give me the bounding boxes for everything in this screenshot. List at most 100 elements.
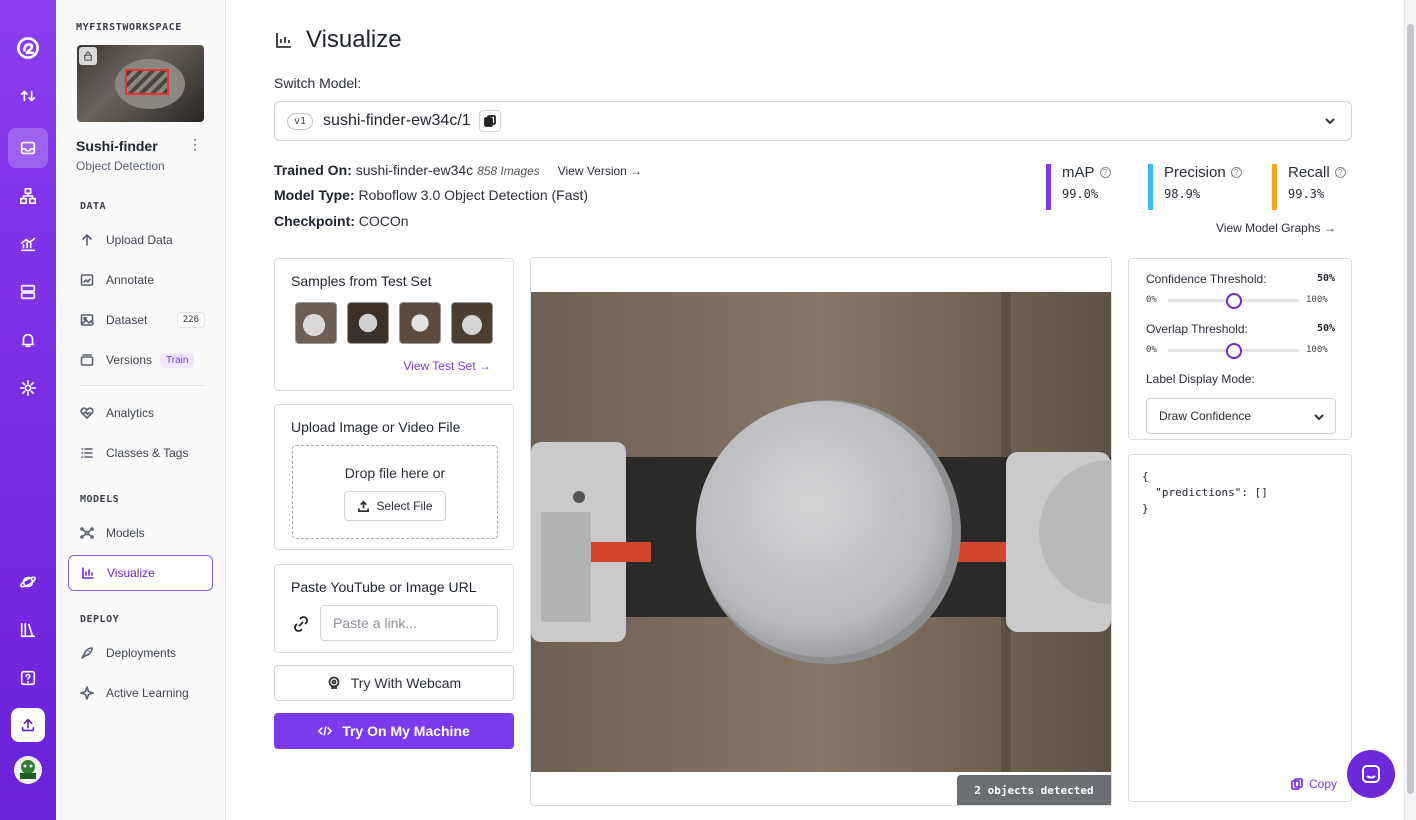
train-badge: Train [160,352,195,368]
sample-thumbnail[interactable] [295,302,337,344]
copy-json-button[interactable]: Copy [1291,777,1337,791]
confidence-min: 0% [1146,295,1157,305]
project-thumbnail[interactable] [77,45,204,122]
project-sidebar: MYFIRSTWORKSPACE Sushi-finder ⋮ Object D… [56,0,226,820]
model-name: sushi-finder-ew34c/1 [323,112,471,129]
model-select[interactable]: v1 sushi-finder-ew34c/1 [274,101,1352,141]
library-icon[interactable] [8,610,48,650]
drop-text: Drop file here or [344,465,446,481]
sidebar-item-label: Models [106,526,145,540]
metric-label: mAP [1062,164,1095,181]
more-vertical-icon[interactable]: ⋮ [188,136,202,153]
metric-label: Recall [1288,164,1330,181]
sidebar-item-label: Annotate [106,273,155,287]
sidebar-item-label: Analytics [106,406,155,420]
scrollbar-thumb[interactable] [1407,24,1414,794]
workspace-name[interactable]: MYFIRSTWORKSPACE [76,22,182,33]
annotate-icon [80,274,94,286]
bell-icon[interactable] [8,320,48,360]
url-input[interactable] [320,605,498,641]
inference-image[interactable] [531,292,1111,772]
sidebar-item-annotate[interactable]: Annotate [68,262,213,298]
sample-thumbnail[interactable] [451,302,493,344]
analytics-icon[interactable] [8,224,48,264]
try-webcam-button[interactable]: Try With Webcam [274,665,514,701]
view-version-link[interactable]: View Version → [558,164,643,178]
sidebar-item-upload-data[interactable]: Upload Data [68,222,213,258]
metric-recall: Recall? 99.3% [1272,164,1346,210]
sidebar-item-active-learning[interactable]: Active Learning [68,675,213,711]
metric-value: 99.3% [1288,187,1325,201]
sample-thumbnail[interactable] [399,302,441,344]
page-scrollbar[interactable] [1404,0,1416,820]
copy-label: Copy [1308,777,1337,791]
select-file-label: Select File [376,499,433,513]
app-rail [0,0,56,820]
planet-icon[interactable] [8,562,48,602]
main-content: Visualize Switch Model: v1 sushi-finder-… [226,0,1416,820]
file-drop-zone[interactable]: Drop file here or Select File [292,445,498,539]
label-mode-label: Label Display Mode: [1146,372,1255,386]
sidebar-item-analytics[interactable]: Analytics [68,395,213,431]
url-title: Paste YouTube or Image URL [291,579,477,595]
overlap-slider-handle[interactable] [1225,343,1242,359]
upload-icon[interactable] [11,708,45,742]
sidebar-item-versions[interactable]: Versions Train [68,342,213,378]
sidebar-item-label: Upload Data [106,233,173,247]
samples-card: Samples from Test Set View Test Set → [274,258,514,391]
select-file-button[interactable]: Select File [344,491,446,521]
label-mode-select[interactable]: Draw Confidence [1146,398,1336,434]
copy-model-id-button[interactable] [478,110,501,132]
upload-arrow-icon [82,234,92,246]
sidebar-item-label: Dataset [106,313,148,327]
image-count: 858 Images [477,164,540,178]
user-avatar[interactable] [14,756,42,784]
try-on-machine-button[interactable]: Try On My Machine [274,713,514,749]
sidebar-item-models[interactable]: Models [68,515,213,551]
info-icon[interactable]: ? [1334,167,1346,178]
project-type: Object Detection [76,159,165,173]
checkpoint-label: Checkpoint: [274,213,355,229]
trained-on-row: Trained On: sushi-finder-ew34c 858 Image… [274,162,642,178]
roboflow-logo-icon[interactable] [8,28,48,68]
help-icon[interactable] [8,658,48,698]
sidebar-item-label: Active Learning [106,686,189,700]
view-model-graphs-link[interactable]: View Model Graphs → [1216,221,1336,235]
projects-inbox-icon[interactable] [8,128,48,168]
model-type-label: Model Type: [274,187,355,203]
info-icon[interactable]: ? [1099,167,1111,178]
controls-card: Confidence Threshold: 50% 0% 100% Overla… [1128,258,1352,440]
sample-thumbnail[interactable] [347,302,389,344]
version-badge: v1 [287,112,314,130]
confidence-max: 100% [1306,295,1328,305]
chat-support-button[interactable] [1347,750,1395,798]
try-webcam-label: Try With Webcam [350,675,462,691]
server-icon[interactable] [8,272,48,312]
link-icon [294,616,308,632]
objects-detected-badge: 2 objects detected [957,775,1111,805]
sidebar-item-dataset[interactable]: Dataset 226 [68,302,213,338]
metric-label: Precision [1164,164,1226,181]
overlap-min: 0% [1146,345,1157,355]
info-icon[interactable]: ? [1230,167,1242,178]
confidence-slider-handle[interactable] [1225,293,1242,309]
section-data: DATA [80,201,107,212]
upload-card: Upload Image or Video File Drop file her… [274,404,514,550]
settings-gear-icon[interactable] [8,368,48,408]
sidebar-divider [80,385,206,386]
switch-icon[interactable] [8,76,48,116]
versions-icon [80,354,94,366]
view-test-set-link[interactable]: View Test Set → [403,359,491,373]
sidebar-item-classes-tags[interactable]: Classes & Tags [68,435,213,471]
sidebar-item-label: Deployments [106,646,177,660]
page-title: Visualize [274,26,402,54]
sidebar-item-visualize[interactable]: Visualize [68,555,213,591]
page-title-text: Visualize [306,26,402,53]
switch-model-label: Switch Model: [274,75,362,91]
sidebar-item-deployments[interactable]: Deployments [68,635,213,671]
workflow-icon[interactable] [8,176,48,216]
json-output[interactable]: { "predictions": [] } [1142,469,1268,517]
copy-icon [483,115,496,127]
chat-icon [1362,765,1380,783]
json-output-card: { "predictions": [] } Copy [1128,454,1352,802]
